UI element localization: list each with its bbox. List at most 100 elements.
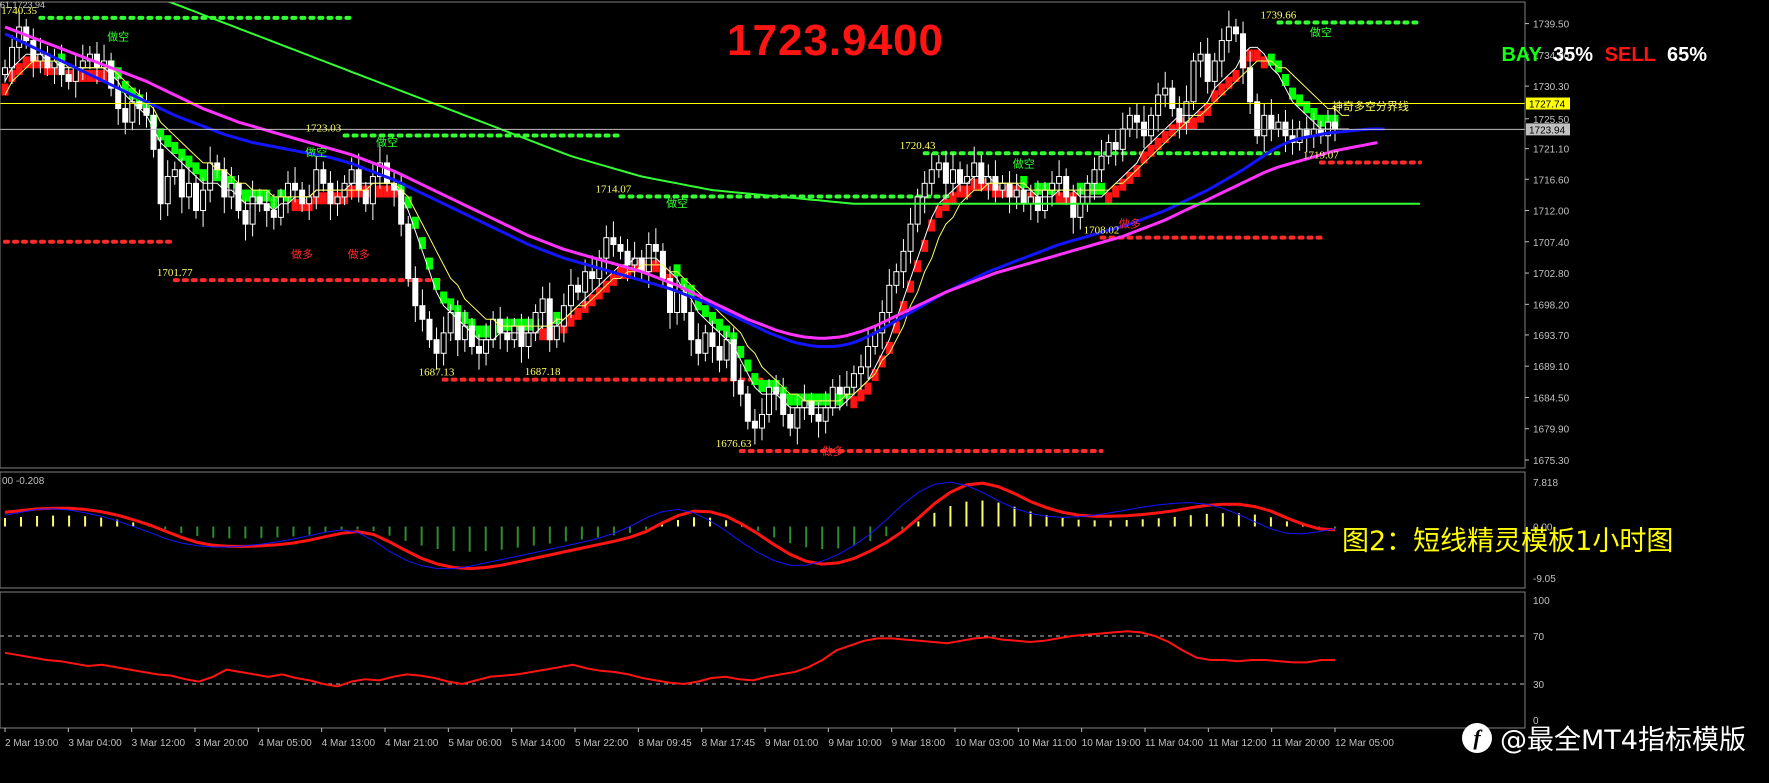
signal-label-5: 做空 <box>1310 25 1332 39</box>
candle-body <box>617 244 624 252</box>
x-tick-label-3: 3 Mar 20:00 <box>195 738 249 749</box>
trend-band-block <box>1190 117 1198 130</box>
y-tick-label-10: 1693.70 <box>1533 331 1570 342</box>
candle-body <box>1063 176 1070 198</box>
candle-body <box>207 162 214 191</box>
macd-y-label-0: 7.818 <box>1533 478 1558 489</box>
y-tick-label-4: 1721.10 <box>1533 145 1570 156</box>
price-annotation-8: 1708.02 <box>1084 225 1120 237</box>
candle-body <box>850 373 857 388</box>
candle-body <box>178 169 185 198</box>
bay-label: BAY <box>1501 44 1542 66</box>
candle-body <box>942 162 949 184</box>
trend-band-block <box>164 135 172 148</box>
candle-body <box>787 413 794 429</box>
trend-band-block <box>22 56 30 69</box>
candle-body <box>1190 60 1197 103</box>
candle-body <box>426 318 433 341</box>
candle-body <box>553 325 560 341</box>
trend-band-block <box>609 273 617 286</box>
candle-body <box>1303 128 1310 137</box>
candle-body <box>30 40 37 62</box>
x-tick-label-13: 9 Mar 10:00 <box>828 738 882 749</box>
candle-body <box>1056 176 1063 184</box>
y-tick-label-13: 1679.90 <box>1533 425 1570 436</box>
candle-body <box>483 339 490 354</box>
candle-body <box>405 223 412 280</box>
signal-label-1: 做空 <box>305 145 327 159</box>
candle-body <box>766 386 773 415</box>
x-tick-label-9: 5 Mar 22:00 <box>575 738 629 749</box>
trend-band-block <box>1274 60 1282 73</box>
candle-body <box>1332 121 1338 130</box>
candle-body <box>157 148 164 205</box>
candle-body <box>1218 40 1225 62</box>
candle-body <box>200 189 207 212</box>
candle-body <box>1268 114 1275 130</box>
signal-label-0: 做空 <box>107 30 129 44</box>
x-tick-label-16: 10 Mar 11:00 <box>1018 738 1077 749</box>
candle-body <box>1254 101 1261 137</box>
price-annotation-5: 1687.18 <box>525 366 561 378</box>
trend-band-block <box>1218 83 1226 96</box>
x-tick-label-7: 5 Mar 06:00 <box>448 738 502 749</box>
candle-body <box>546 298 553 341</box>
candle-body <box>949 169 956 184</box>
trend-band-block <box>171 141 179 154</box>
trend-band-block <box>1098 182 1106 195</box>
candle-body <box>1098 155 1105 171</box>
candle-body <box>843 386 850 395</box>
candle-body <box>1126 114 1133 130</box>
candle-body <box>65 74 72 82</box>
candle-body <box>355 169 362 191</box>
candle-body <box>1183 101 1190 123</box>
trend-band-block <box>1105 192 1113 205</box>
trend-band-block <box>574 307 582 320</box>
candle-body <box>1275 121 1282 130</box>
candle-body <box>193 182 200 212</box>
y-tick-label-0: 1739.50 <box>1533 20 1570 31</box>
candle-body <box>815 413 822 422</box>
trend-band-block <box>758 379 766 392</box>
candle-body <box>490 318 497 341</box>
trend-band-block <box>1112 185 1120 198</box>
candle-body <box>773 386 780 395</box>
candle-body <box>957 169 964 184</box>
y-tick-label-12: 1684.50 <box>1533 393 1570 404</box>
y-tick-label-8: 1702.80 <box>1533 269 1570 280</box>
sell-percent: 65% <box>1666 44 1707 66</box>
candle-body <box>744 393 751 422</box>
candle-body <box>1155 94 1162 116</box>
candle-body <box>115 87 122 110</box>
trend-band-block <box>1168 124 1176 137</box>
candle-body <box>185 182 192 198</box>
price-annotation-6: 1676.63 <box>716 438 752 450</box>
candle-body <box>327 182 334 205</box>
price-annotation-9: 1739.66 <box>1261 10 1297 22</box>
x-tick-label-20: 11 Mar 20:00 <box>1272 738 1331 749</box>
candle-body <box>1211 60 1218 82</box>
symbol-corner-label: 61 1723.94 <box>0 0 46 10</box>
rsi-y-label-0: 100 <box>1533 596 1550 607</box>
candle-body <box>171 169 178 178</box>
candle-body <box>1169 87 1176 110</box>
candle-body <box>532 311 539 334</box>
candle-body <box>1204 53 1211 82</box>
x-tick-label-1: 3 Mar 04:00 <box>68 738 122 749</box>
trend-band-block <box>716 318 724 331</box>
candle-body <box>1084 182 1091 205</box>
candle-body <box>1133 114 1140 123</box>
candle-body <box>51 60 58 69</box>
trend-band-block <box>1232 69 1240 82</box>
trend-band-block <box>185 155 193 168</box>
signal-label-7: 做多 <box>348 247 370 261</box>
candle-body <box>369 176 376 205</box>
y-tick-label-11: 1689.10 <box>1533 362 1570 373</box>
candle-body <box>518 325 525 347</box>
candle-body <box>16 26 23 48</box>
watermark: f @最全MT4指标模版 <box>1462 718 1746 757</box>
bay-sell-ratio: BAY 35% SELL 65% <box>1495 44 1707 67</box>
candle-body <box>447 311 454 334</box>
candle-body <box>1197 53 1204 62</box>
y-tick-label-9: 1698.20 <box>1533 300 1570 311</box>
